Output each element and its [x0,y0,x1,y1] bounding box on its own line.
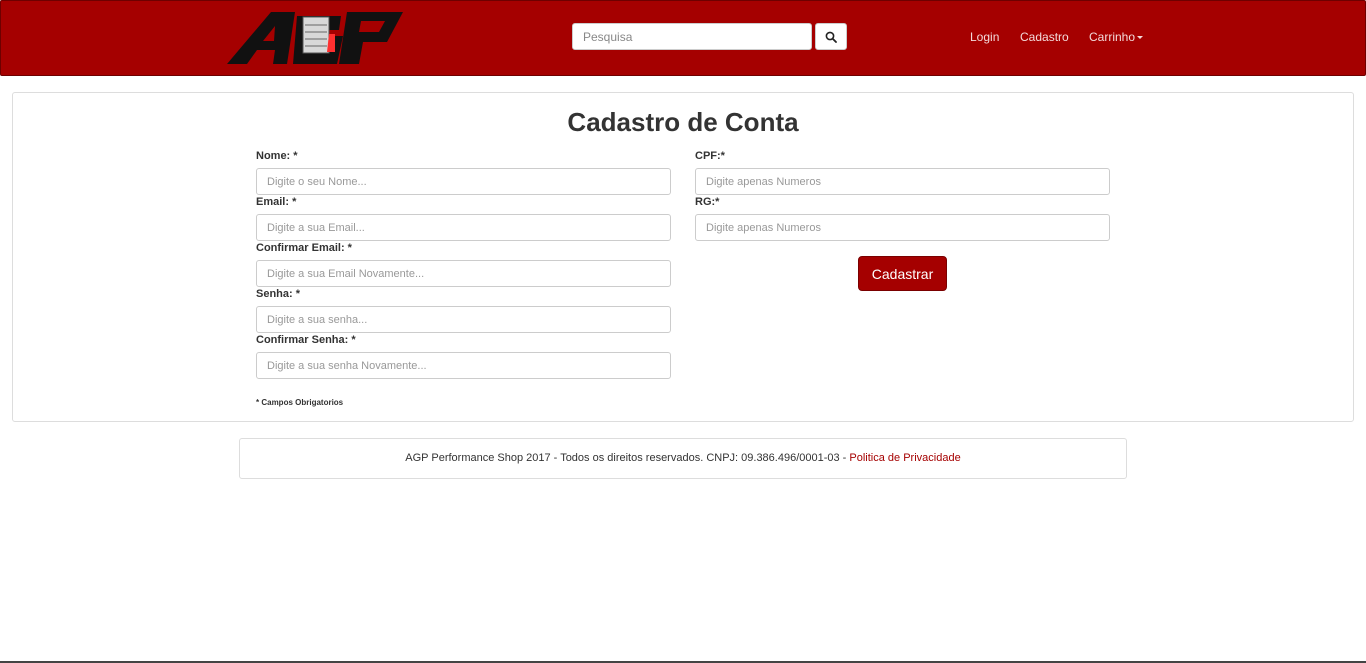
nav-carrinho-label: Carrinho [1089,30,1136,44]
confirm-senha-label: Confirmar Senha: * [256,334,356,346]
cpf-label: CPF:* [695,150,725,162]
page-title: Cadastro de Conta [567,107,799,137]
confirm-senha-input[interactable] [256,352,671,379]
nav-cadastro-link[interactable]: Cadastro [1020,30,1069,44]
rg-label: RG:* [695,196,720,208]
confirm-email-label: Confirmar Email: * [256,242,352,254]
privacy-policy-link[interactable]: Politica de Privacidade [849,452,960,464]
footer: AGP Performance Shop 2017 - Todos os dir… [239,438,1127,479]
search-icon [825,31,837,43]
cpf-input[interactable] [695,168,1110,195]
registration-panel [12,92,1354,422]
search-button[interactable] [815,23,847,50]
nav-login-link[interactable]: Login [970,30,999,44]
rg-input[interactable] [695,214,1110,241]
caret-down-icon [1137,36,1144,40]
navbar: Login Cadastro Carrinho [0,0,1366,76]
cadastrar-button[interactable]: Cadastrar [858,256,947,291]
footer-text: AGP Performance Shop 2017 - Todos os dir… [405,452,850,464]
confirm-email-input[interactable] [256,260,671,287]
nome-label: Nome: * [256,150,298,162]
email-label: Email: * [256,196,297,208]
email-input[interactable] [256,214,671,241]
search-input[interactable] [572,23,812,50]
agp-logo[interactable] [227,12,405,65]
senha-label: Senha: * [256,288,301,300]
nome-input[interactable] [256,168,671,195]
senha-input[interactable] [256,306,671,333]
required-fields-note: * Campos Obrigatorios [256,398,344,407]
nav-carrinho-dropdown[interactable]: Carrinho [1089,30,1144,44]
